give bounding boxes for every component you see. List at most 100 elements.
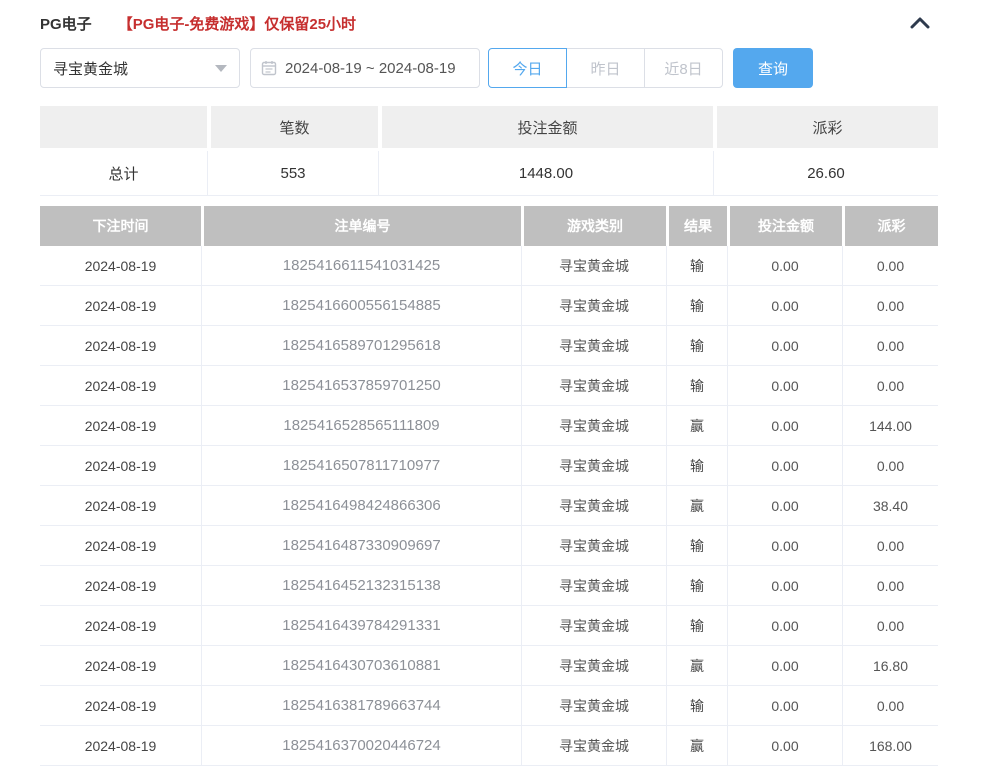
bet-amount-cell: 0.00 xyxy=(727,446,842,486)
bet-time-cell: 2024-08-19 xyxy=(40,726,201,766)
bet-number-cell: 1825416600556154885 xyxy=(201,286,521,326)
chevron-up-icon xyxy=(910,17,930,32)
payout-cell: 0.00 xyxy=(842,686,938,726)
summary-header-count: 笔数 xyxy=(207,106,378,151)
result-cell: 输 xyxy=(666,366,727,406)
bet-amount-cell: 0.00 xyxy=(727,726,842,766)
collapse-panel-button[interactable] xyxy=(908,15,932,31)
table-row: 2024-08-191825416430703610881寻宝黄金城赢0.001… xyxy=(40,646,938,686)
today-button[interactable]: 今日 xyxy=(488,48,567,88)
bet-number-cell: 1825416381789663744 xyxy=(201,686,521,726)
game-category-cell: 寻宝黄金城 xyxy=(521,686,666,726)
bet-time-cell: 2024-08-19 xyxy=(40,286,201,326)
payout-cell: 0.00 xyxy=(842,526,938,566)
summary-header-bet-amount: 投注金额 xyxy=(378,106,713,151)
bet-number-cell: 1825416452132315138 xyxy=(201,566,521,606)
payout-cell: 144.00 xyxy=(842,406,938,446)
bet-amount-cell: 0.00 xyxy=(727,686,842,726)
payout-cell: 38.40 xyxy=(842,486,938,526)
payout-cell: 0.00 xyxy=(842,366,938,406)
summary-total-row: 总计 553 1448.00 26.60 xyxy=(40,151,938,196)
bet-time-cell: 2024-08-19 xyxy=(40,246,201,286)
table-row: 2024-08-191825416537859701250寻宝黄金城输0.000… xyxy=(40,366,938,406)
bet-number-cell: 1825416528565111809 xyxy=(201,406,521,446)
date-shortcut-group: 今日 昨日 近8日 xyxy=(488,48,723,88)
table-row: 2024-08-191825416589701295618寻宝黄金城输0.000… xyxy=(40,326,938,366)
bet-amount-cell: 0.00 xyxy=(727,526,842,566)
bet-number-cell: 1825416487330909697 xyxy=(201,526,521,566)
retention-notice: 【PG电子-免费游戏】仅保留25小时 xyxy=(118,13,356,34)
bet-time-cell: 2024-08-19 xyxy=(40,566,201,606)
bet-amount-cell: 0.00 xyxy=(727,366,842,406)
last-8-days-button[interactable]: 近8日 xyxy=(644,48,723,88)
bet-amount-cell: 0.00 xyxy=(727,286,842,326)
game-category-cell: 寻宝黄金城 xyxy=(521,526,666,566)
table-row: 2024-08-191825416381789663744寻宝黄金城输0.000… xyxy=(40,686,938,726)
payout-cell: 0.00 xyxy=(842,246,938,286)
bet-time-cell: 2024-08-19 xyxy=(40,446,201,486)
game-select-value: 寻宝黄金城 xyxy=(53,58,128,79)
table-row: 2024-08-191825416452132315138寻宝黄金城输0.000… xyxy=(40,566,938,606)
bet-time-cell: 2024-08-19 xyxy=(40,406,201,446)
bet-table-body: 2024-08-191825416611541031425寻宝黄金城输0.000… xyxy=(40,246,938,766)
bet-number-cell: 1825416370020446724 xyxy=(201,726,521,766)
bet-time-cell: 2024-08-19 xyxy=(40,486,201,526)
result-cell: 输 xyxy=(666,246,727,286)
payout-cell: 0.00 xyxy=(842,566,938,606)
result-cell: 输 xyxy=(666,326,727,366)
bet-amount-cell: 0.00 xyxy=(727,486,842,526)
table-row: 2024-08-191825416507811710977寻宝黄金城输0.000… xyxy=(40,446,938,486)
game-category-cell: 寻宝黄金城 xyxy=(521,486,666,526)
bet-amount-cell: 0.00 xyxy=(727,326,842,366)
game-select[interactable]: 寻宝黄金城 xyxy=(40,48,240,88)
col-header-bet-number: 注单编号 xyxy=(201,206,521,246)
bet-number-cell: 1825416439784291331 xyxy=(201,606,521,646)
bet-number-cell: 1825416537859701250 xyxy=(201,366,521,406)
col-header-result: 结果 xyxy=(666,206,727,246)
page-title: PG电子 xyxy=(40,13,92,34)
game-category-cell: 寻宝黄金城 xyxy=(521,446,666,486)
summary-bet-amount-value: 1448.00 xyxy=(378,151,713,196)
result-cell: 赢 xyxy=(666,486,727,526)
bet-number-cell: 1825416507811710977 xyxy=(201,446,521,486)
result-cell: 输 xyxy=(666,686,727,726)
panel-header: PG电子 【PG电子-免费游戏】仅保留25小时 xyxy=(40,10,938,36)
yesterday-button[interactable]: 昨日 xyxy=(566,48,645,88)
bet-time-cell: 2024-08-19 xyxy=(40,526,201,566)
game-category-cell: 寻宝黄金城 xyxy=(521,366,666,406)
result-cell: 输 xyxy=(666,566,727,606)
payout-cell: 16.80 xyxy=(842,646,938,686)
result-cell: 输 xyxy=(666,606,727,646)
table-row: 2024-08-191825416370020446724寻宝黄金城赢0.001… xyxy=(40,726,938,766)
payout-cell: 0.00 xyxy=(842,286,938,326)
pg-records-panel: PG电子 【PG电子-免费游戏】仅保留25小时 寻宝黄金城 xyxy=(0,0,938,766)
game-category-cell: 寻宝黄金城 xyxy=(521,406,666,446)
bet-number-cell: 1825416498424866306 xyxy=(201,486,521,526)
payout-cell: 0.00 xyxy=(842,446,938,486)
search-button[interactable]: 查询 xyxy=(733,48,813,88)
table-row: 2024-08-191825416528565111809寻宝黄金城赢0.001… xyxy=(40,406,938,446)
bet-amount-cell: 0.00 xyxy=(727,566,842,606)
game-category-cell: 寻宝黄金城 xyxy=(521,326,666,366)
summary-payout-value: 26.60 xyxy=(713,151,938,196)
bet-amount-cell: 0.00 xyxy=(727,606,842,646)
summary-header-row: 笔数 投注金额 派彩 xyxy=(40,106,938,151)
summary-header-payout: 派彩 xyxy=(713,106,938,151)
bet-time-cell: 2024-08-19 xyxy=(40,646,201,686)
result-cell: 输 xyxy=(666,526,727,566)
bet-number-cell: 1825416430703610881 xyxy=(201,646,521,686)
result-cell: 赢 xyxy=(666,406,727,446)
summary-header-blank xyxy=(40,106,207,151)
col-header-bet-amount: 投注金额 xyxy=(727,206,842,246)
bet-time-cell: 2024-08-19 xyxy=(40,326,201,366)
game-category-cell: 寻宝黄金城 xyxy=(521,606,666,646)
bet-amount-cell: 0.00 xyxy=(727,246,842,286)
caret-down-icon xyxy=(215,65,227,72)
table-row: 2024-08-191825416487330909697寻宝黄金城输0.000… xyxy=(40,526,938,566)
bet-table-header-row: 下注时间 注单编号 游戏类别 结果 投注金额 派彩 xyxy=(40,206,938,246)
col-header-bet-time: 下注时间 xyxy=(40,206,201,246)
date-range-value: 2024-08-19 ~ 2024-08-19 xyxy=(285,60,456,77)
date-range-input[interactable]: 2024-08-19 ~ 2024-08-19 xyxy=(250,48,480,88)
table-row: 2024-08-191825416600556154885寻宝黄金城输0.000… xyxy=(40,286,938,326)
bet-amount-cell: 0.00 xyxy=(727,646,842,686)
